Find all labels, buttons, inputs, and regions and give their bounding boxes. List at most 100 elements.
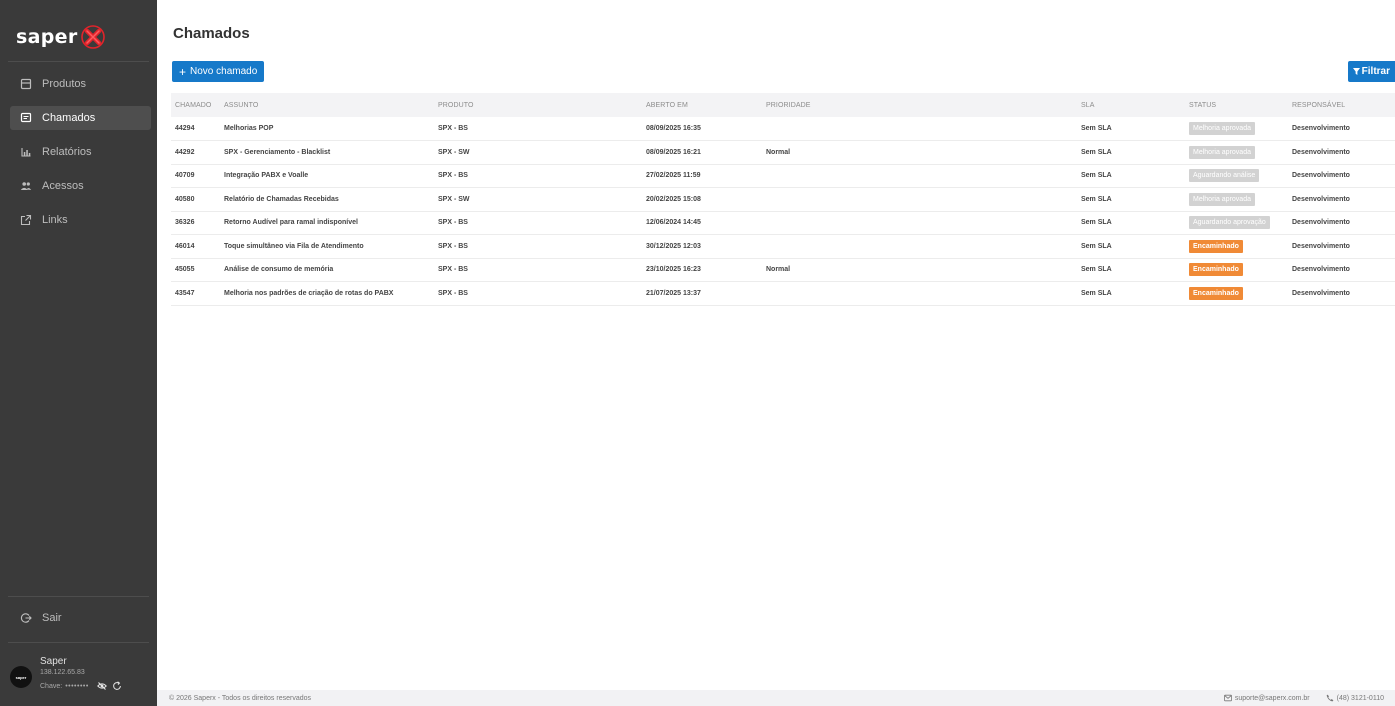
cell-subject: Melhoria nos padrões de criação de rotas… (220, 281, 434, 306)
cell-priority (762, 117, 1077, 141)
table-row[interactable]: 44292 SPX - Gerenciamento - Blacklist SPX … (171, 140, 1395, 165)
sidebar-item-relatorios[interactable]: Relatórios (10, 140, 151, 164)
sidebar-item-label: Acessos (42, 180, 84, 192)
sidebar-item-acessos[interactable]: Acessos (10, 174, 151, 198)
cell-subject: Melhorias POP (220, 117, 434, 141)
logo-text: saper (16, 26, 78, 48)
cell-assignee: Desenvolvimento (1288, 187, 1395, 212)
box-icon (20, 78, 32, 90)
cell-subject: Relatório de Chamadas Recebidas (220, 187, 434, 212)
cell-assignee: Desenvolvimento (1288, 164, 1395, 188)
cell-priority (762, 187, 1077, 212)
status-badge: Melhoria aprovada (1189, 192, 1255, 206)
logo-x-icon (80, 25, 105, 49)
cell-opened-at: 20/02/2025 15:08 (642, 187, 762, 212)
column-header-status[interactable]: STATUS (1185, 93, 1288, 117)
cell-sla: Sem SLA (1077, 281, 1185, 306)
user-name: Saper (40, 656, 67, 667)
footer-email-text: suporte@saperx.com.br (1234, 694, 1310, 702)
avatar[interactable]: saper (10, 666, 32, 688)
cell-subject: Análise de consumo de memória (220, 258, 434, 282)
column-header-sla[interactable]: SLA (1077, 93, 1185, 117)
sidebar-item-links[interactable]: Links (10, 208, 151, 232)
cell-ticket-id: 45055 (171, 258, 220, 282)
mail-icon (1223, 694, 1232, 702)
table-row[interactable]: 44294 Melhorias POP SPX - BS 08/09/2025 16:… (171, 117, 1395, 141)
cell-sla: Sem SLA (1077, 234, 1185, 259)
new-ticket-button[interactable]: + Novo chamado (172, 61, 265, 82)
avatar-logo-text: saper (15, 674, 27, 680)
table-row[interactable]: 40580 Relatório de Chamadas Recebidas SPX … (171, 187, 1395, 212)
cell-status: Aguardando aprovação (1185, 211, 1288, 235)
table-row[interactable]: 43547 Melhoria nos padrões de criação de … (171, 281, 1395, 306)
cell-assignee: Desenvolvimento (1288, 211, 1395, 235)
main-content: Chamados + Novo chamado Filtrar CHAMADO A… (157, 0, 1395, 690)
key-masked: •••••••• (65, 682, 89, 690)
cell-priority (762, 211, 1077, 235)
cell-status: Melhoria aprovada (1185, 187, 1288, 212)
cell-priority (762, 164, 1077, 188)
cell-subject: SPX - Gerenciamento - Blacklist (220, 140, 434, 165)
cell-sla: Sem SLA (1077, 211, 1185, 235)
footer-phone[interactable]: (48) 3121-0110 (1326, 694, 1384, 702)
eye-off-icon[interactable] (96, 681, 107, 691)
logout-label: Sair (42, 612, 62, 624)
filter-button[interactable]: Filtrar (1347, 61, 1395, 82)
cell-ticket-id: 36326 (171, 211, 220, 235)
column-header-chamado[interactable]: CHAMADO (171, 93, 220, 117)
sidebar-item-label: Links (42, 214, 68, 226)
cell-sla: Sem SLA (1077, 164, 1185, 188)
page-title: Chamados (173, 25, 250, 42)
logout-button[interactable]: Sair (10, 606, 151, 630)
logo[interactable]: saper (16, 24, 106, 50)
table-row[interactable]: 46014 Toque simultâneo via Fila de Atendi… (171, 234, 1395, 259)
cell-assignee: Desenvolvimento (1288, 258, 1395, 282)
column-header-aberto-em[interactable]: ABERTO EM (642, 93, 762, 117)
cell-status: Aguardando análise (1185, 164, 1288, 188)
cell-opened-at: 08/09/2025 16:21 (642, 140, 762, 165)
table-row[interactable]: 40709 Integração PABX e Voalle SPX - BS 27/… (171, 164, 1395, 188)
footer: © 2026 Saperx - Todos os direitos reserv… (157, 690, 1395, 706)
cell-sla: Sem SLA (1077, 117, 1185, 141)
refresh-icon[interactable] (112, 681, 122, 691)
table-row[interactable]: 36326 Retorno Audível para ramal indispon… (171, 211, 1395, 235)
footer-email[interactable]: suporte@saperx.com.br (1223, 694, 1310, 702)
cell-opened-at: 27/02/2025 11:59 (642, 164, 762, 188)
user-card: saper Saper 138.122.65.83 Chave: •••••••… (10, 656, 151, 696)
status-badge: Encaminhado (1189, 239, 1243, 253)
cell-assignee: Desenvolvimento (1288, 281, 1395, 306)
column-header-assunto[interactable]: ASSUNTO (220, 93, 434, 117)
cell-opened-at: 23/10/2025 16:23 (642, 258, 762, 282)
column-header-prioridade[interactable]: PRIORIDADE (762, 93, 1077, 117)
cell-sla: Sem SLA (1077, 140, 1185, 165)
table-row[interactable]: 45055 Análise de consumo de memória SPX - … (171, 258, 1395, 282)
cell-product: SPX - BS (434, 258, 642, 282)
column-header-responsavel[interactable]: RESPONSÁVEL (1288, 93, 1395, 117)
sidebar-nav: Produtos Chamados Relatórios Acessos Lin… (10, 72, 151, 242)
cell-subject: Integração PABX e Voalle (220, 164, 434, 188)
users-icon (20, 182, 32, 190)
bar-chart-icon (21, 148, 31, 157)
sidebar-item-produtos[interactable]: Produtos (10, 72, 151, 96)
plus-icon: + (179, 64, 187, 79)
user-key: Chave: •••••••• (40, 681, 122, 691)
cell-status: Encaminhado (1185, 258, 1288, 282)
column-header-produto[interactable]: PRODUTO (434, 93, 642, 117)
cell-opened-at: 30/12/2025 12:03 (642, 234, 762, 259)
sidebar-divider (8, 642, 149, 643)
footer-copyright: © 2026 Saperx - Todos os direitos reserv… (169, 695, 311, 702)
cell-ticket-id: 40580 (171, 187, 220, 212)
tickets-table-body: 44294 Melhorias POP SPX - BS 08/09/2025 16:… (171, 117, 1395, 306)
cell-sla: Sem SLA (1077, 258, 1185, 282)
status-badge: Melhoria aprovada (1189, 122, 1255, 135)
status-badge: Aguardando análise (1189, 169, 1260, 183)
sidebar-item-label: Chamados (42, 112, 96, 124)
logout-icon (20, 613, 32, 623)
cell-assignee: Desenvolvimento (1288, 117, 1395, 141)
sidebar-item-chamados[interactable]: Chamados (10, 106, 151, 130)
status-badge: Aguardando aprovação (1189, 216, 1270, 230)
cell-priority (762, 234, 1077, 259)
cell-ticket-id: 43547 (171, 281, 220, 306)
cell-status: Encaminhado (1185, 281, 1288, 306)
footer-phone-text: (48) 3121-0110 (1336, 694, 1384, 702)
